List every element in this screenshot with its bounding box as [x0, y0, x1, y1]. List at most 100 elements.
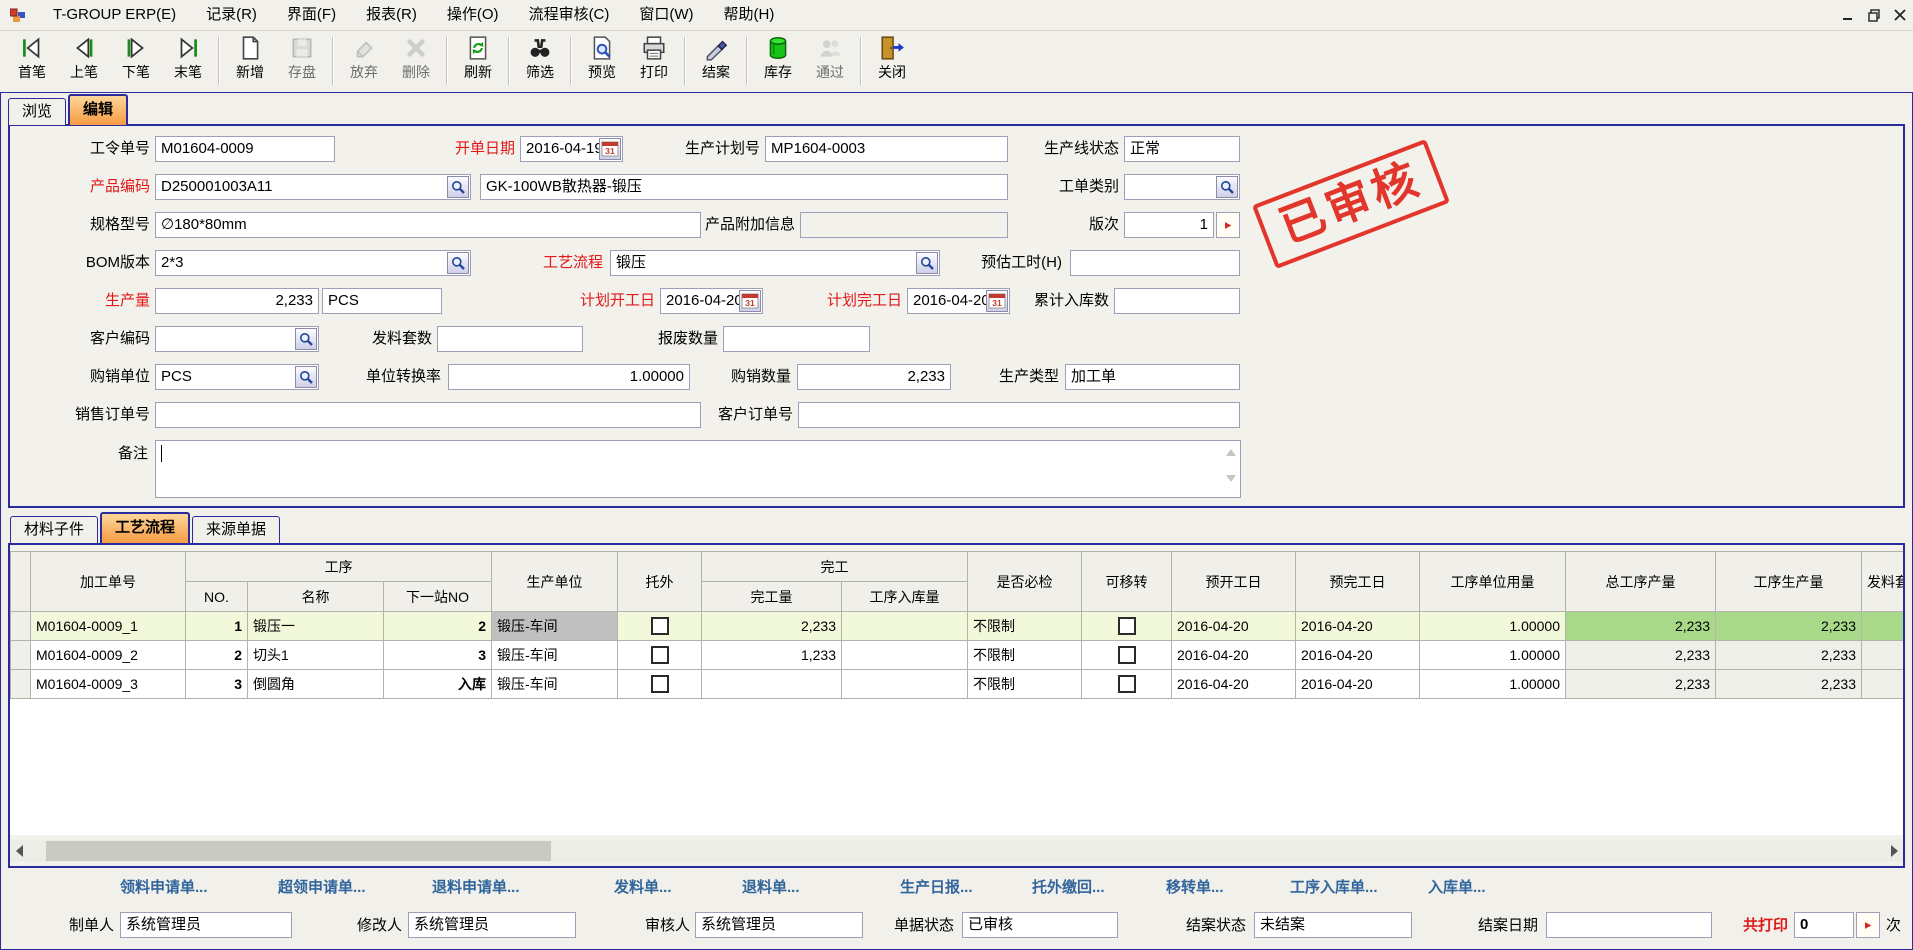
conv-rate-field[interactable]: 1.00000 — [448, 364, 690, 390]
cell-process-output[interactable]: 2,233 — [1716, 641, 1862, 670]
menu-item-operate[interactable]: 操作(O) — [432, 0, 514, 30]
product-code-field[interactable]: D250001003A11 — [155, 174, 471, 200]
cell-total-output[interactable]: 2,233 — [1566, 612, 1716, 641]
horizontal-scrollbar[interactable] — [10, 840, 1903, 862]
cell-next-no[interactable]: 2 — [384, 612, 492, 641]
plan-start-field[interactable]: 2016-04-20 31 — [660, 288, 763, 314]
prev-record-button[interactable]: 上笔 — [58, 33, 110, 89]
prod-type-field[interactable]: 加工单 — [1065, 364, 1240, 390]
open-date-field[interactable]: 2016-04-19 31 — [520, 136, 623, 162]
lookup-icon[interactable] — [295, 328, 317, 350]
sales-order-field[interactable] — [155, 402, 701, 428]
cell-finish-qty[interactable]: 2,233 — [702, 612, 842, 641]
cell-outsourced[interactable] — [618, 641, 702, 670]
link-material-request[interactable]: 领料申请单... — [120, 876, 208, 897]
lookup-icon[interactable] — [295, 366, 317, 388]
sales-qty-field[interactable]: 2,233 — [797, 364, 951, 390]
scroll-up-icon[interactable] — [1226, 449, 1236, 456]
cell-finish-qty[interactable] — [702, 670, 842, 699]
est-hours-field[interactable] — [1070, 250, 1240, 276]
menu-item-interface[interactable]: 界面(F) — [272, 0, 351, 30]
plan-finish-field[interactable]: 2016-04-20 31 — [907, 288, 1010, 314]
cell-process-output[interactable]: 2,233 — [1716, 670, 1862, 699]
link-issue-doc[interactable]: 发料单... — [614, 876, 672, 897]
cell-issue-sets[interactable] — [1862, 641, 1904, 670]
cell-transferable[interactable] — [1082, 641, 1172, 670]
order-no-field[interactable]: M01604-0009 — [155, 136, 335, 162]
preview-button[interactable]: 预览 — [576, 33, 628, 89]
cell-must-inspect[interactable]: 不限制 — [968, 641, 1082, 670]
next-record-button[interactable]: 下笔 — [110, 33, 162, 89]
print-count-field[interactable]: 0 — [1794, 912, 1854, 938]
exit-button[interactable]: 关闭 — [866, 33, 918, 89]
customer-code-field[interactable] — [155, 326, 319, 352]
cell-no[interactable]: 3 — [186, 670, 248, 699]
cell-plan-finish[interactable]: 2016-04-20 — [1296, 641, 1420, 670]
process-flow-field[interactable]: 锻压 — [610, 250, 940, 276]
line-status-field[interactable]: 正常 — [1124, 136, 1240, 162]
cell-no[interactable]: 1 — [186, 612, 248, 641]
cell-must-inspect[interactable]: 不限制 — [968, 612, 1082, 641]
cell-issue-sets[interactable] — [1862, 670, 1904, 699]
close-icon[interactable] — [1888, 5, 1912, 25]
lookup-icon[interactable] — [447, 252, 469, 274]
link-return-doc[interactable]: 退料单... — [742, 876, 800, 897]
cell-transferable[interactable] — [1082, 612, 1172, 641]
print-count-arrow-icon[interactable] — [1856, 912, 1880, 938]
product-name-field[interactable]: GK-100WB散热器-锻压 — [480, 174, 1008, 200]
checkbox-icon[interactable] — [651, 617, 669, 635]
cell-must-inspect[interactable]: 不限制 — [968, 670, 1082, 699]
minimize-icon[interactable] — [1836, 5, 1860, 25]
scroll-left-icon[interactable] — [10, 840, 28, 862]
filter-button[interactable]: 筛选 — [514, 33, 566, 89]
cell-work-order[interactable]: M01604-0009_1 — [31, 612, 186, 641]
lookup-icon[interactable] — [916, 252, 938, 274]
cell-no[interactable]: 2 — [186, 641, 248, 670]
remark-textarea[interactable] — [155, 440, 1241, 498]
scrollbar-thumb[interactable] — [46, 841, 551, 861]
inventory-button[interactable]: 库存 — [752, 33, 804, 89]
tab-source-docs[interactable]: 来源单据 — [192, 516, 280, 543]
order-type-field[interactable] — [1124, 174, 1240, 200]
refresh-button[interactable]: 刷新 — [452, 33, 504, 89]
checkbox-icon[interactable] — [1118, 646, 1136, 664]
cell-in-store-qty[interactable] — [842, 670, 968, 699]
cell-transferable[interactable] — [1082, 670, 1172, 699]
cell-name[interactable]: 倒圆角 — [248, 670, 384, 699]
menu-item-workflow-audit[interactable]: 流程审核(C) — [514, 0, 625, 30]
link-over-issue-request[interactable]: 超领申请单... — [278, 876, 366, 897]
qty-unit-field[interactable]: PCS — [322, 288, 442, 314]
cell-total-output[interactable]: 2,233 — [1566, 670, 1716, 699]
menu-item-help[interactable]: 帮助(H) — [709, 0, 790, 30]
cell-name[interactable]: 切头1 — [248, 641, 384, 670]
checkbox-icon[interactable] — [651, 646, 669, 664]
lookup-icon[interactable] — [1216, 176, 1238, 198]
new-button[interactable]: 新增 — [224, 33, 276, 89]
checkbox-icon[interactable] — [1118, 617, 1136, 635]
cell-unit-usage[interactable]: 1.00000 — [1420, 670, 1566, 699]
cell-plan-start[interactable]: 2016-04-20 — [1172, 612, 1296, 641]
revision-field[interactable]: 1 — [1124, 212, 1214, 238]
sales-unit-field[interactable]: PCS — [155, 364, 319, 390]
scroll-right-icon[interactable] — [1885, 840, 1903, 862]
restore-icon[interactable] — [1862, 5, 1886, 25]
customer-order-field[interactable] — [798, 402, 1240, 428]
bom-version-field[interactable]: 2*3 — [155, 250, 471, 276]
tab-materials[interactable]: 材料子件 — [10, 516, 98, 543]
cell-prod-unit[interactable]: 锻压-车间 — [492, 612, 618, 641]
cell-plan-start[interactable]: 2016-04-20 — [1172, 670, 1296, 699]
cell-next-no[interactable]: 3 — [384, 641, 492, 670]
cell-work-order[interactable]: M01604-0009_3 — [31, 670, 186, 699]
cell-process-output[interactable]: 2,233 — [1716, 612, 1862, 641]
cell-prod-unit[interactable]: 锻压-车间 — [492, 641, 618, 670]
cell-in-store-qty[interactable] — [842, 612, 968, 641]
cell-plan-finish[interactable]: 2016-04-20 — [1296, 670, 1420, 699]
menu-item-window[interactable]: 窗口(W) — [624, 0, 708, 30]
total-in-field[interactable] — [1114, 288, 1240, 314]
cell-issue-sets[interactable] — [1862, 612, 1904, 641]
lookup-icon[interactable] — [447, 176, 469, 198]
issue-sets-field[interactable] — [437, 326, 583, 352]
link-material-return-request[interactable]: 退料申请单... — [432, 876, 520, 897]
revision-arrow-icon[interactable] — [1216, 212, 1240, 238]
link-in-store-doc[interactable]: 入库单... — [1428, 876, 1486, 897]
